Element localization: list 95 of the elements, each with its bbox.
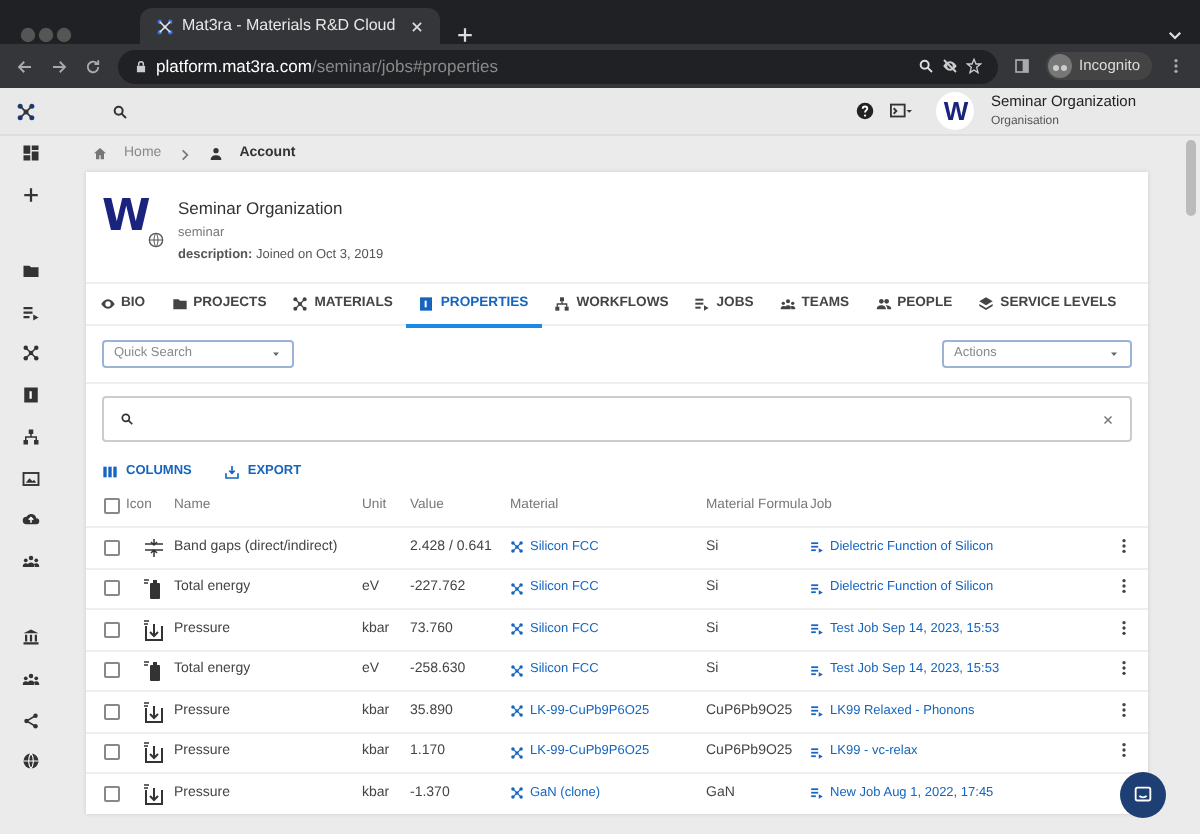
close-icon[interactable] (410, 19, 424, 33)
chevron-right-icon (177, 147, 192, 161)
job-icon (810, 704, 824, 719)
chat-button[interactable] (1120, 772, 1166, 818)
forward-icon[interactable] (50, 57, 68, 75)
numbered-box-icon[interactable] (21, 386, 39, 405)
job-icon (810, 786, 824, 801)
people-icon (875, 296, 892, 312)
pressure-icon (142, 699, 166, 724)
globe-icon (148, 231, 164, 248)
job-icon (810, 581, 824, 596)
row-menu-icon[interactable] (1116, 619, 1132, 636)
lattice-icon (510, 704, 524, 719)
caret-icon (1108, 348, 1120, 360)
row-menu-icon[interactable] (1116, 660, 1132, 677)
chevron-down-icon[interactable] (1166, 26, 1184, 44)
bank-icon[interactable] (21, 628, 39, 647)
lock-icon (134, 59, 148, 73)
hierarchy-icon (554, 296, 571, 312)
row-checkbox[interactable] (104, 703, 120, 720)
globe-icon[interactable] (21, 752, 39, 771)
back-icon[interactable] (16, 57, 34, 75)
lattice-icon (510, 663, 524, 678)
terminal-dropdown-icon[interactable] (890, 100, 913, 122)
person-icon (207, 146, 224, 162)
home-icon (92, 146, 108, 162)
lattice-icon (510, 786, 524, 801)
clear-icon[interactable] (1102, 413, 1114, 425)
group-icon[interactable] (21, 551, 39, 570)
job-icon (810, 540, 824, 555)
star-icon[interactable] (965, 58, 982, 74)
window-controls-icon (16, 26, 76, 44)
hierarchy-icon[interactable] (21, 427, 39, 446)
share-icon[interactable] (21, 711, 39, 730)
scrollbar[interactable] (1186, 140, 1196, 216)
battery-icon (142, 576, 166, 601)
search-icon (120, 412, 134, 426)
pressure-icon (142, 617, 166, 642)
lattice-icon (292, 296, 309, 312)
incognito-avatar-icon (1047, 54, 1072, 78)
lattice-icon (510, 540, 524, 555)
export-icon (223, 464, 240, 480)
search-field[interactable] (102, 396, 1132, 442)
lattice-icon[interactable] (21, 344, 39, 363)
folder-icon (171, 296, 188, 312)
band-gap-icon (142, 535, 166, 560)
side-panel-icon[interactable] (1013, 58, 1030, 74)
list-play-icon[interactable] (21, 303, 39, 322)
row-checkbox[interactable] (104, 662, 120, 679)
lattice-icon (510, 581, 524, 596)
job-icon (810, 745, 824, 760)
layers-icon (978, 296, 995, 312)
help-icon[interactable] (856, 102, 875, 120)
row-checkbox[interactable] (104, 539, 120, 556)
more-icon[interactable] (1168, 58, 1184, 74)
eye-icon (99, 296, 115, 312)
organization-avatar[interactable]: W (936, 92, 975, 130)
search-icon[interactable] (112, 103, 128, 119)
folder-icon[interactable] (21, 262, 39, 281)
row-menu-icon[interactable] (1116, 701, 1132, 718)
lattice-icon (510, 622, 524, 637)
job-icon (810, 663, 824, 678)
row-menu-icon[interactable] (1116, 578, 1132, 595)
list-play-icon (694, 296, 711, 312)
pressure-icon (142, 740, 166, 765)
select-all-checkbox[interactable] (104, 498, 120, 514)
row-checkbox[interactable] (104, 785, 120, 802)
dashboard-icon[interactable] (21, 144, 39, 162)
columns-icon (102, 464, 118, 480)
chat-icon (1132, 784, 1154, 806)
image-icon[interactable] (21, 469, 39, 487)
plus-icon[interactable] (21, 185, 39, 204)
row-menu-icon[interactable] (1116, 742, 1132, 759)
lattice-icon (510, 745, 524, 760)
pressure-icon (142, 781, 166, 806)
row-checkbox[interactable] (104, 744, 120, 761)
organization-logo: W (102, 192, 151, 242)
eye-slash-icon[interactable] (941, 58, 958, 74)
battery-icon (142, 658, 166, 683)
row-checkbox[interactable] (104, 621, 120, 638)
numbered-box-icon (418, 296, 435, 312)
job-icon (810, 622, 824, 637)
row-checkbox[interactable] (104, 580, 120, 597)
app-logo-icon[interactable] (16, 101, 36, 121)
browser-tab[interactable]: Mat3ra - Materials R&D Cloud (140, 8, 440, 44)
row-menu-icon[interactable] (1116, 537, 1132, 554)
app-logo-icon (156, 17, 174, 35)
group-icon (779, 296, 796, 312)
caret-icon (270, 348, 282, 360)
cloud-upload-icon[interactable] (21, 510, 39, 529)
zoom-icon[interactable] (917, 58, 934, 74)
group-icon[interactable] (21, 669, 39, 688)
reload-icon[interactable] (84, 57, 102, 75)
address-bar[interactable]: platform.mat3ra.com/seminar/jobs#properties (118, 49, 998, 83)
organization-title: Seminar Organization (178, 196, 345, 222)
